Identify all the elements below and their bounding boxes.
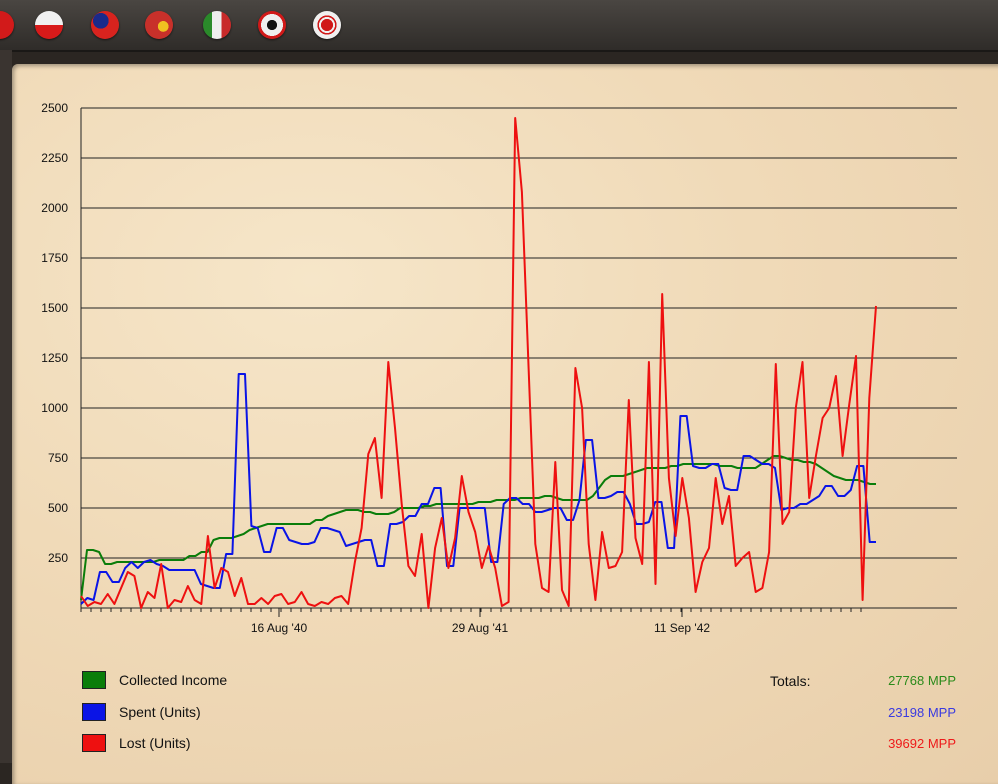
legend-label: Spent (Units) [119, 704, 201, 720]
y-tick-label: 500 [48, 501, 68, 515]
legend-item-spent[interactable]: Spent (Units) [82, 702, 201, 722]
legend-label: Collected Income [119, 672, 228, 688]
line-chart: 250 500 750 1000 1250 1500 1750 2000 2250 2500 16… [41, 101, 957, 635]
series-lines [80, 117, 877, 609]
y-tick-label: 1500 [41, 301, 68, 315]
x-tick-label: 16 Aug '40 [251, 621, 308, 635]
legend-label: Lost (Units) [119, 735, 191, 751]
y-tick-label: 2250 [41, 151, 68, 165]
x-tick-label: 29 Aug '41 [452, 621, 509, 635]
spent-swatch [82, 703, 106, 721]
collected-income-line [80, 455, 876, 601]
income-total: 27768 MPP [888, 673, 956, 688]
y-tick-label: 1750 [41, 251, 68, 265]
lost-swatch [82, 734, 106, 752]
y-tick-label: 750 [48, 451, 68, 465]
y-axis-ticks: 250 500 750 1000 1250 1500 1750 2000 2250 2500 [41, 101, 68, 565]
income-swatch [82, 671, 106, 689]
x-tick-label: 11 Sep '42 [654, 621, 710, 635]
y-tick-label: 1000 [41, 401, 68, 415]
y-tick-label: 2500 [41, 101, 68, 115]
lost-total: 39692 MPP [888, 736, 956, 751]
lost-units-line [80, 117, 877, 609]
totals-label: Totals: [770, 673, 811, 689]
y-tick-label: 1250 [41, 351, 68, 365]
grid-lines [80, 107, 957, 609]
legend-item-income[interactable]: Collected Income [82, 670, 227, 690]
y-tick-label: 250 [48, 551, 68, 565]
legend-item-lost[interactable]: Lost (Units) [82, 733, 191, 753]
spent-total: 23198 MPP [888, 705, 956, 720]
x-axis-ticks: 16 Aug '40 29 Aug '41 11 Sep '42 [80, 608, 862, 635]
y-tick-label: 2000 [41, 201, 68, 215]
